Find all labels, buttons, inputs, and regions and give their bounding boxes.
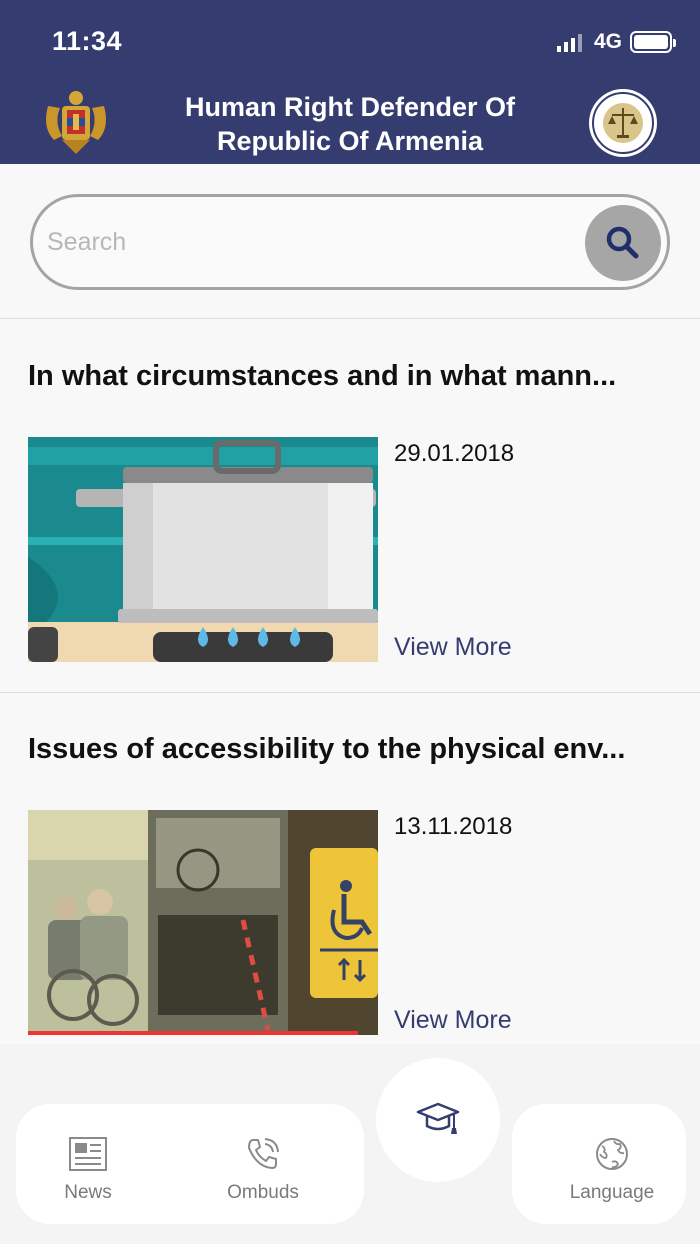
view-more-link[interactable]: View More (394, 633, 512, 662)
network-label: 4G (593, 30, 622, 53)
article-title[interactable]: In what circumstances and in what mann..… (28, 360, 678, 393)
bottom-navigation: News Ombuds Language (0, 1044, 700, 1244)
tab-language-label: Language (569, 1182, 655, 1203)
article-item[interactable]: Issues of accessibility to the physical … (0, 693, 700, 1066)
tab-ombuds-label: Ombuds (227, 1182, 299, 1203)
newspaper-icon (69, 1137, 107, 1171)
article-date: 29.01.2018 (394, 440, 515, 467)
article-title[interactable]: Issues of accessibility to the physical … (28, 733, 678, 766)
battery-icon (630, 31, 676, 53)
education-button[interactable] (376, 1058, 500, 1182)
signal-icon (556, 32, 582, 52)
graduation-cap-icon (416, 1102, 460, 1134)
search-box (30, 194, 670, 290)
search-button[interactable] (585, 205, 661, 281)
article-date: 13.11.2018 (394, 813, 513, 840)
search-input[interactable] (47, 217, 567, 267)
status-time: 11:34 (52, 26, 123, 56)
search-icon (606, 226, 639, 259)
article-item[interactable]: In what circumstances and in what mann..… (0, 320, 700, 693)
article-image-cooking-pot[interactable] (28, 437, 378, 662)
view-more-link[interactable]: View More (394, 1006, 512, 1035)
app-header: 11:34 4G Human Right Defender Of Republi… (0, 0, 700, 164)
tab-language[interactable]: Language (552, 1136, 672, 1204)
phone-call-icon (248, 1138, 279, 1169)
tab-news-label: News (64, 1182, 112, 1203)
search-section (0, 164, 700, 319)
page-title: Human Right Defender Of Republic Of Arme… (184, 92, 515, 156)
tab-news[interactable]: News (28, 1136, 148, 1204)
tab-ombuds[interactable]: Ombuds (203, 1136, 323, 1204)
status-indicators: 4G (556, 30, 676, 54)
ombudsman-seal-icon (589, 89, 657, 157)
article-image-accessibility[interactable] (28, 810, 378, 1035)
armenia-coat-of-arms-icon (46, 91, 106, 154)
globe-icon (596, 1138, 628, 1170)
